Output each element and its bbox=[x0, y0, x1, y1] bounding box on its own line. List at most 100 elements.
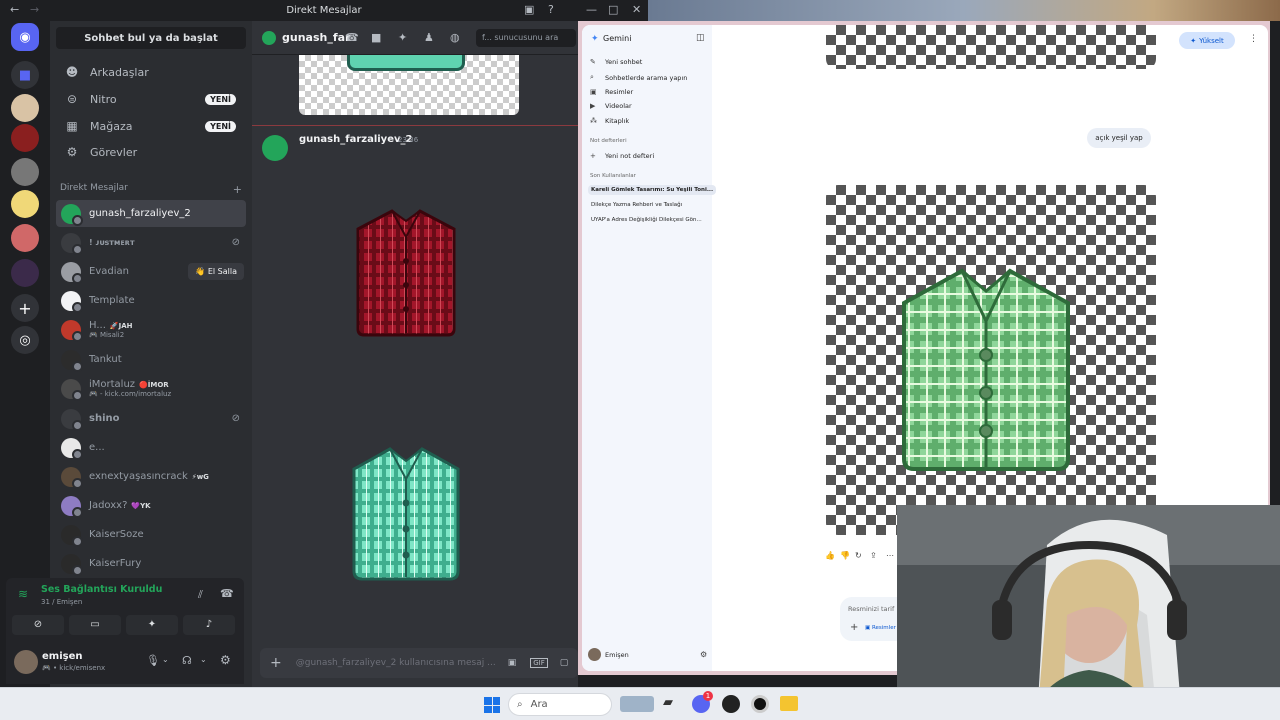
author-avatar[interactable] bbox=[262, 135, 288, 161]
discord-home-icon[interactable]: ◉ bbox=[11, 23, 39, 51]
add-icon[interactable]: + bbox=[850, 622, 858, 633]
noise-suppression-icon[interactable]: ⫽ bbox=[198, 588, 203, 602]
dm-item[interactable]: H... 🚀JAH 🎮 Misali2 bbox=[56, 316, 246, 343]
account-name[interactable]: Emişen bbox=[605, 651, 629, 659]
add-attachment-icon[interactable]: + bbox=[270, 655, 282, 671]
nav-new-chat[interactable]: ✎ Yeni sohbet bbox=[590, 58, 642, 66]
dm-item[interactable]: ! ᴊᴜsᴛᴍᴇʀᴛ ⊘ bbox=[56, 229, 246, 256]
taskbar-search[interactable]: ⌕ Ara bbox=[508, 693, 612, 716]
help-icon[interactable]: ? bbox=[548, 3, 554, 16]
soundboard-button[interactable]: ♪ bbox=[183, 615, 235, 635]
task-view-icon[interactable]: ▰ bbox=[663, 695, 673, 710]
dm-item[interactable]: iMortaluz 🔴İMOR 🎮 - kick.com/imortaluz bbox=[56, 375, 246, 402]
microphone-icon[interactable]: 🎙 bbox=[146, 654, 160, 667]
recent-chat-item[interactable]: Kareli Gömlek Tasarımı: Su Yeşili Toni..… bbox=[588, 185, 717, 195]
dm-item[interactable]: KaiserSoze bbox=[56, 521, 246, 548]
add-server-icon[interactable]: + bbox=[11, 294, 39, 322]
dm-item[interactable]: Jadoxx? 💜YK bbox=[56, 492, 246, 519]
recent-chat-item[interactable]: Dilekçe Yazma Rehberi ve Taslağı bbox=[588, 200, 685, 210]
red-shirt-image[interactable] bbox=[348, 201, 464, 337]
prompt-input-box[interactable]: Resminizi tarif + ▣ Resimler bbox=[840, 597, 900, 641]
screenshare-button[interactable]: ▭ bbox=[69, 615, 121, 635]
upgrade-button[interactable]: ✦ Yükselt bbox=[1179, 32, 1235, 49]
account-avatar[interactable] bbox=[588, 648, 601, 661]
server-avatar[interactable] bbox=[11, 158, 39, 186]
author-name[interactable]: gunash_farzaliyev_2 bbox=[299, 134, 412, 145]
maximize-icon[interactable]: □ bbox=[608, 3, 618, 16]
find-conversation-button[interactable]: Sohbet bul ya da başlat bbox=[56, 27, 246, 49]
regenerate-icon[interactable]: ↻ bbox=[855, 551, 862, 560]
generated-green-shirt-image[interactable] bbox=[826, 185, 1156, 535]
search-input[interactable]: f... sunucusunu ara bbox=[476, 29, 576, 47]
chevron-down-icon[interactable]: ⌄ bbox=[200, 655, 207, 664]
teal-shirt-image[interactable] bbox=[346, 441, 466, 581]
server-avatar[interactable] bbox=[11, 190, 39, 218]
dm-item[interactable]: gunash_farzaliyev_2 bbox=[56, 200, 246, 227]
nav-friends[interactable]: ☻ Arkadaşlar bbox=[56, 60, 246, 84]
server-avatar[interactable] bbox=[11, 124, 39, 152]
dm-item[interactable]: Evadian 👋 El Salla bbox=[56, 258, 246, 285]
voice-server[interactable]: 31 / Emişen bbox=[41, 598, 82, 606]
gift-icon[interactable]: ▣ bbox=[508, 658, 517, 668]
nav-quests[interactable]: ⚙ Görevler bbox=[56, 140, 246, 164]
folder-icon[interactable]: ■ bbox=[11, 61, 39, 89]
nav-images[interactable]: ▣ Resimler bbox=[590, 88, 633, 96]
images-chip[interactable]: ▣ Resimler bbox=[865, 625, 896, 631]
disconnect-icon[interactable]: ☎ bbox=[220, 587, 234, 600]
sidebar-toggle-icon[interactable]: ◫ bbox=[696, 33, 705, 43]
nav-nitro[interactable]: ⊜ Nitro YENİ bbox=[56, 87, 246, 111]
pin-icon[interactable]: ✦ bbox=[398, 31, 407, 44]
wave-button[interactable]: 👋 El Salla bbox=[188, 263, 244, 280]
thumbs-down-icon[interactable]: 👎 bbox=[840, 551, 850, 560]
generated-image-previous[interactable] bbox=[826, 25, 1156, 69]
new-notebook-button[interactable]: + Yeni not defteri bbox=[590, 152, 654, 160]
minimize-icon[interactable]: — bbox=[586, 3, 597, 16]
user-avatar[interactable] bbox=[14, 650, 38, 674]
dm-item[interactable]: Tankut bbox=[56, 346, 246, 373]
windows-start-icon[interactable] bbox=[484, 697, 500, 713]
thumbs-up-icon[interactable]: 👍 bbox=[825, 551, 835, 560]
add-dm-icon[interactable]: + bbox=[233, 183, 242, 196]
inbox-icon[interactable]: ▣ bbox=[524, 3, 534, 16]
obs-taskbar-icon[interactable] bbox=[751, 695, 769, 713]
username[interactable]: emişen bbox=[42, 651, 82, 662]
discover-icon[interactable]: ◎ bbox=[11, 326, 39, 354]
call-icon[interactable]: ☎ bbox=[345, 31, 359, 44]
desktop-wallpaper bbox=[648, 0, 1280, 21]
more-icon[interactable]: ⋯ bbox=[886, 551, 894, 560]
message-input[interactable]: + @gunash_farzaliyev_2 kullanıcısına mes… bbox=[260, 648, 578, 678]
video-icon[interactable]: ■ bbox=[371, 31, 381, 44]
dm-item[interactable]: e... bbox=[56, 434, 246, 461]
profile-icon[interactable]: ◍ bbox=[450, 31, 460, 44]
widgets-icon[interactable] bbox=[620, 696, 654, 712]
camera-button[interactable]: ⊘ bbox=[12, 615, 64, 635]
voice-status[interactable]: Ses Bağlantısı Kuruldu bbox=[41, 584, 162, 595]
file-explorer-icon[interactable] bbox=[780, 696, 798, 711]
close-icon[interactable]: ✕ bbox=[632, 3, 641, 16]
shirt-image-previous[interactable] bbox=[299, 55, 519, 115]
activities-button[interactable]: ✦ bbox=[126, 615, 178, 635]
dm-item[interactable]: Template bbox=[56, 287, 246, 314]
headphones-icon[interactable]: ☊ bbox=[182, 654, 192, 667]
server-avatar[interactable] bbox=[11, 259, 39, 287]
dm-item[interactable]: KaiserFury bbox=[56, 550, 246, 577]
gif-icon[interactable]: GIF bbox=[530, 658, 548, 668]
recent-chat-item[interactable]: UYAP'a Adres Değişikliği Dilekçesi Gön..… bbox=[588, 215, 705, 225]
share-icon[interactable]: ⇪ bbox=[870, 551, 877, 560]
more-options-icon[interactable]: ⋮ bbox=[1249, 34, 1258, 44]
nav-search-chats[interactable]: ⌕ Sohbetlerde arama yapın bbox=[590, 73, 687, 82]
dm-item[interactable]: shino ⊘ bbox=[56, 405, 246, 432]
dm-item[interactable]: exnextyaşasıncrack ⚡wG bbox=[56, 463, 246, 490]
chevron-down-icon[interactable]: ⌄ bbox=[162, 655, 169, 664]
settings-gear-icon[interactable]: ⚙ bbox=[220, 653, 231, 667]
settings-icon[interactable]: ⚙ bbox=[700, 650, 707, 659]
gemini-logo[interactable]: Gemini bbox=[603, 34, 631, 43]
nav-videos[interactable]: ▶ Videolar bbox=[590, 102, 632, 110]
add-member-icon[interactable]: ♟ bbox=[424, 31, 434, 44]
app-taskbar-icon[interactable] bbox=[722, 695, 740, 713]
nav-library[interactable]: ⁂ Kitaplık bbox=[590, 117, 629, 125]
server-avatar[interactable] bbox=[11, 94, 39, 122]
nav-shop[interactable]: ▦ Mağaza YENİ bbox=[56, 114, 246, 138]
sticker-icon[interactable]: ▢ bbox=[560, 658, 569, 668]
server-avatar[interactable] bbox=[11, 224, 39, 252]
